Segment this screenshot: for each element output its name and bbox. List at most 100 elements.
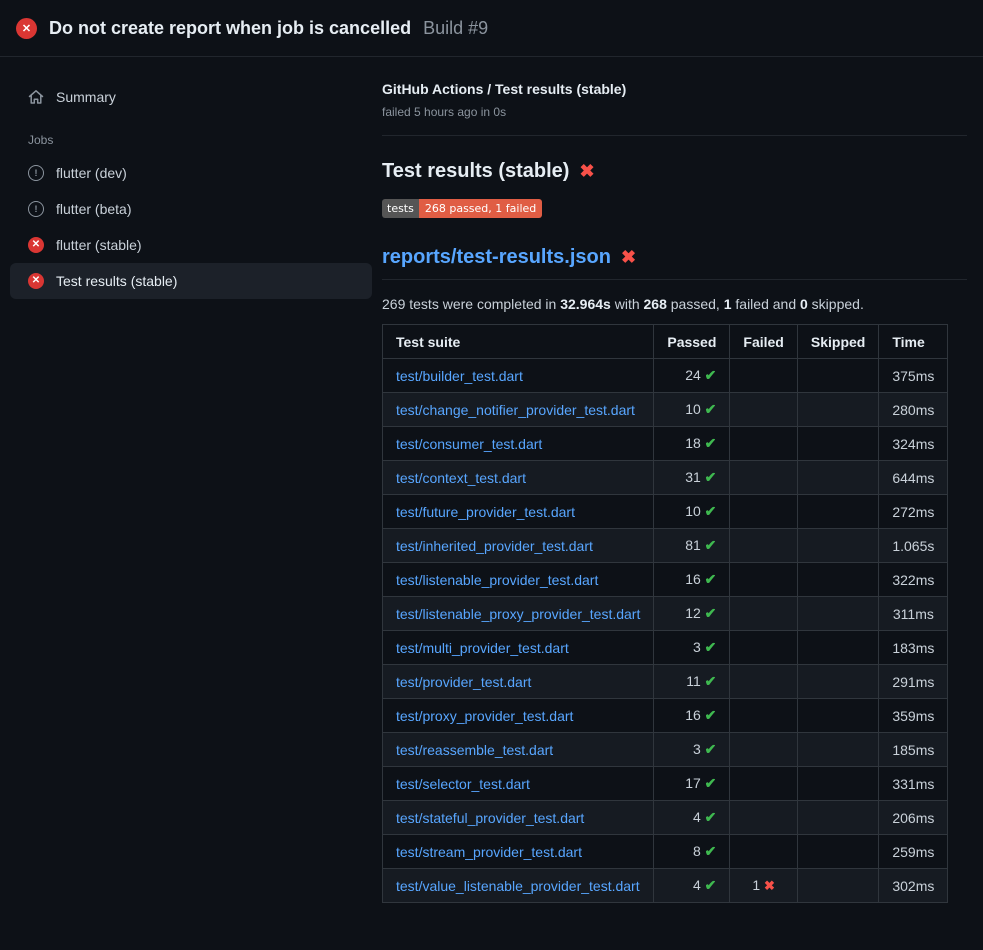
failed-cell (730, 563, 797, 597)
jobs-heading: Jobs (28, 133, 382, 147)
sidebar-job-item[interactable]: ✕flutter (stable) (10, 227, 372, 263)
check-icon: ✔ (705, 537, 717, 553)
section-title: Test results (stable) ✖ (382, 160, 967, 183)
summary-part: with (611, 296, 644, 312)
passed-cell: 3 ✔ (654, 733, 730, 767)
failed-cell (730, 733, 797, 767)
header-time: Time (879, 325, 948, 359)
test-result-row: test/stateful_provider_test.dart4 ✔206ms (383, 801, 948, 835)
test-suite-link[interactable]: test/stream_provider_test.dart (396, 844, 582, 860)
suite-cell: test/stateful_provider_test.dart (383, 801, 654, 835)
section-title-text: Test results (stable) (382, 160, 569, 183)
main-content: GitHub Actions / Test results (stable) f… (382, 57, 967, 903)
check-icon: ✔ (705, 401, 717, 417)
time-cell: 331ms (879, 767, 948, 801)
time-cell: 183ms (879, 631, 948, 665)
test-result-row: test/provider_test.dart 11 ✔ 291ms (383, 665, 948, 699)
test-suite-link[interactable]: test/change_notifier_provider_test.dart (396, 402, 635, 418)
sidebar-job-item[interactable]: !flutter (beta) (10, 191, 372, 227)
breadcrumb: GitHub Actions / Test results (stable) (382, 81, 967, 97)
x-icon: ✖ (764, 878, 775, 893)
suite-cell: test/proxy_provider_test.dart (383, 699, 654, 733)
sidebar-job-label: Test results (stable) (56, 273, 177, 289)
failed-cell (730, 767, 797, 801)
run-status-line: failed 5 hours ago in 0s (382, 105, 967, 119)
test-suite-link[interactable]: test/inherited_provider_test.dart (396, 538, 593, 554)
time-cell: 324ms (879, 427, 948, 461)
test-result-row: test/builder_test.dart24 ✔375ms (383, 359, 948, 393)
skipped-cell (797, 597, 878, 631)
check-icon: ✔ (705, 639, 717, 655)
test-result-row: test/consumer_test.dart18 ✔324ms (383, 427, 948, 461)
test-suite-link[interactable]: test/multi_provider_test.dart (396, 640, 569, 656)
x-circle-icon: ✕ (28, 273, 44, 289)
failed-cell (730, 393, 797, 427)
sidebar-job-item[interactable]: !flutter (dev) (10, 155, 372, 191)
skipped-cell (797, 563, 878, 597)
passed-cell: 16 ✔ (654, 699, 730, 733)
time-cell: 322ms (879, 563, 948, 597)
suite-cell: test/listenable_provider_test.dart (383, 563, 654, 597)
report-file-link[interactable]: reports/test-results.json (382, 246, 611, 269)
suite-cell: test/value_listenable_provider_test.dart (383, 869, 654, 903)
test-suite-link[interactable]: test/provider_test.dart (396, 674, 531, 690)
exclamation-circle-icon: ! (28, 165, 44, 181)
failed-cell (730, 801, 797, 835)
badge-value: 268 passed, 1 failed (419, 199, 542, 218)
time-cell: 280ms (879, 393, 948, 427)
build-title: Do not create report when job is cancell… (49, 18, 411, 39)
passed-cell: 10 ✔ (654, 495, 730, 529)
check-icon: ✔ (705, 367, 717, 383)
failed-cell (730, 835, 797, 869)
time-cell: 272ms (879, 495, 948, 529)
test-suite-link[interactable]: test/proxy_provider_test.dart (396, 708, 573, 724)
header-passed: Passed (654, 325, 730, 359)
skipped-cell (797, 869, 878, 903)
check-icon: ✔ (705, 877, 717, 893)
test-suite-link[interactable]: test/consumer_test.dart (396, 436, 542, 452)
test-suite-link[interactable]: test/listenable_proxy_provider_test.dart (396, 606, 640, 622)
tests-status-badge: tests 268 passed, 1 failed (382, 199, 542, 218)
test-suite-link[interactable]: test/builder_test.dart (396, 368, 523, 384)
time-cell: 291ms (879, 665, 948, 699)
test-result-row: test/future_provider_test.dart 10 ✔ 272ms (383, 495, 948, 529)
exclamation-circle-icon: ! (28, 201, 44, 217)
passed-cell: 31 ✔ (654, 461, 730, 495)
check-icon: ✔ (705, 571, 717, 587)
badge-label: tests (382, 199, 419, 218)
report-title: reports/test-results.json ✖ (382, 246, 967, 280)
test-suite-link[interactable]: test/future_provider_test.dart (396, 504, 575, 520)
failed-cell (730, 529, 797, 563)
test-suite-link[interactable]: test/reassemble_test.dart (396, 742, 553, 758)
sidebar-item-summary[interactable]: Summary (10, 79, 372, 115)
time-cell: 259ms (879, 835, 948, 869)
summary-part: passed, (667, 296, 724, 312)
test-suite-link[interactable]: test/context_test.dart (396, 470, 526, 486)
failed-cell (730, 359, 797, 393)
skipped-cell (797, 665, 878, 699)
check-icon: ✔ (705, 809, 717, 825)
time-cell: 644ms (879, 461, 948, 495)
passed-cell: 11 ✔ (654, 665, 730, 699)
time-cell: 359ms (879, 699, 948, 733)
time-cell: 185ms (879, 733, 948, 767)
suite-cell: test/multi_provider_test.dart (383, 631, 654, 665)
suite-cell: test/context_test.dart (383, 461, 654, 495)
summary-failed-count: 1 (724, 296, 732, 312)
sidebar-job-item[interactable]: ✕ Test results (stable) (10, 263, 372, 299)
test-suite-link[interactable]: test/stateful_provider_test.dart (396, 810, 584, 826)
check-icon: ✔ (705, 435, 717, 451)
build-failed-icon: ✕ (16, 18, 37, 39)
time-cell: 206ms (879, 801, 948, 835)
test-result-row: test/multi_provider_test.dart3 ✔183ms (383, 631, 948, 665)
test-suite-link[interactable]: test/listenable_provider_test.dart (396, 572, 598, 588)
test-suite-link[interactable]: test/selector_test.dart (396, 776, 530, 792)
passed-cell: 17 ✔ (654, 767, 730, 801)
sidebar-summary-label: Summary (56, 89, 116, 105)
test-result-row: test/inherited_provider_test.dart81 ✔1.0… (383, 529, 948, 563)
suite-cell: test/listenable_proxy_provider_test.dart (383, 597, 654, 631)
header-skipped: Skipped (797, 325, 878, 359)
sidebar: Summary Jobs !flutter (dev)!flutter (bet… (0, 57, 382, 299)
test-suite-link[interactable]: test/value_listenable_provider_test.dart (396, 878, 640, 894)
summary-passed-count: 268 (644, 296, 667, 312)
